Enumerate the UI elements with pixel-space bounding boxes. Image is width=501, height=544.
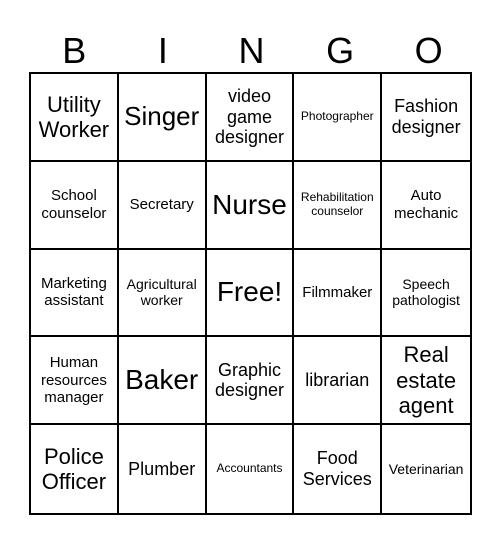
header-letter-i: I [157, 30, 168, 71]
bingo-cell-label: Human resources manager [40, 354, 107, 406]
free-space-cell[interactable]: Free! [206, 249, 295, 338]
bingo-cell[interactable]: librarian [294, 337, 383, 426]
bingo-cell[interactable]: School counselor [31, 161, 119, 250]
bingo-cell-label: Police Officer [41, 443, 107, 495]
bingo-cell-label: Photographer [300, 109, 374, 123]
bingo-cell-label: Agricultural worker [126, 276, 197, 309]
bingo-cell[interactable]: Fashion designer [382, 74, 470, 162]
bingo-cell-label: Nurse [212, 188, 287, 220]
bingo-cell-label: Real estate agent [396, 342, 457, 418]
bingo-cell[interactable]: Agricultural worker [118, 249, 207, 338]
bingo-cell[interactable]: Plumber [119, 425, 207, 513]
bingo-cell[interactable]: Nurse [206, 161, 295, 250]
bingo-cell[interactable]: Speech pathologist [382, 250, 470, 338]
bingo-cell[interactable]: Marketing assistant [31, 249, 119, 338]
bingo-cell[interactable]: Accountants [207, 425, 295, 513]
bingo-cell[interactable]: Graphic designer [206, 337, 295, 426]
bingo-cell-label: Secretary [129, 196, 194, 214]
bingo-cell-label: Singer [124, 100, 200, 131]
bingo-cell-label: Rehabilitation counselor [300, 189, 374, 218]
bingo-cell[interactable]: video game designer [206, 74, 295, 162]
bingo-cell-label: Filmmaker [302, 283, 373, 301]
bingo-cell[interactable]: Real estate agent [382, 337, 470, 426]
bingo-cell-label: librarian [305, 369, 370, 390]
bingo-cell-label: Baker [125, 364, 199, 396]
bingo-cell[interactable]: Photographer [294, 74, 383, 162]
bingo-cell[interactable]: Police Officer [31, 425, 119, 513]
bingo-cell[interactable]: Food Services [294, 425, 383, 513]
header-letter-b: B [62, 30, 87, 71]
bingo-cell[interactable]: Utility Worker [31, 74, 119, 162]
bingo-cell-label: Utility Worker [38, 91, 110, 142]
bingo-cell-label: video game designer [214, 85, 285, 148]
bingo-cell[interactable]: Veterinarian [382, 425, 470, 513]
bingo-cell-label: Fashion designer [391, 96, 461, 137]
bingo-cell[interactable]: Human resources manager [31, 337, 119, 426]
bingo-cell-label: Speech pathologist [392, 276, 460, 309]
header-letter-g: G [326, 30, 355, 71]
bingo-cell[interactable]: Baker [118, 337, 207, 426]
bingo-cell[interactable]: Auto mechanic [382, 162, 470, 250]
bingo-cell-label: Graphic designer [214, 359, 285, 401]
bingo-cell-label: Marketing assistant [40, 275, 107, 310]
bingo-cell[interactable]: Secretary [118, 161, 207, 250]
header-letter-o: O [414, 30, 443, 71]
bingo-cell-label: School counselor [41, 187, 107, 222]
bingo-cell-label: Food Services [302, 448, 372, 490]
bingo-cell[interactable]: Filmmaker [294, 249, 383, 338]
bingo-cell[interactable]: Singer [118, 74, 207, 162]
bingo-cell-label: Auto mechanic [393, 187, 459, 222]
bingo-cell-label: Accountants [216, 461, 283, 476]
bingo-cell-label: Veterinarian [388, 461, 464, 478]
bingo-cell-label: Plumber [128, 458, 196, 479]
header-letter-n: N [238, 30, 265, 71]
bingo-grid: Utility Worker Singer video game designer P… [29, 72, 472, 515]
bingo-cell-label: Free! [216, 276, 283, 308]
bingo-header: B I N G O [30, 28, 473, 72]
bingo-cell[interactable]: Rehabilitation counselor [294, 161, 383, 250]
